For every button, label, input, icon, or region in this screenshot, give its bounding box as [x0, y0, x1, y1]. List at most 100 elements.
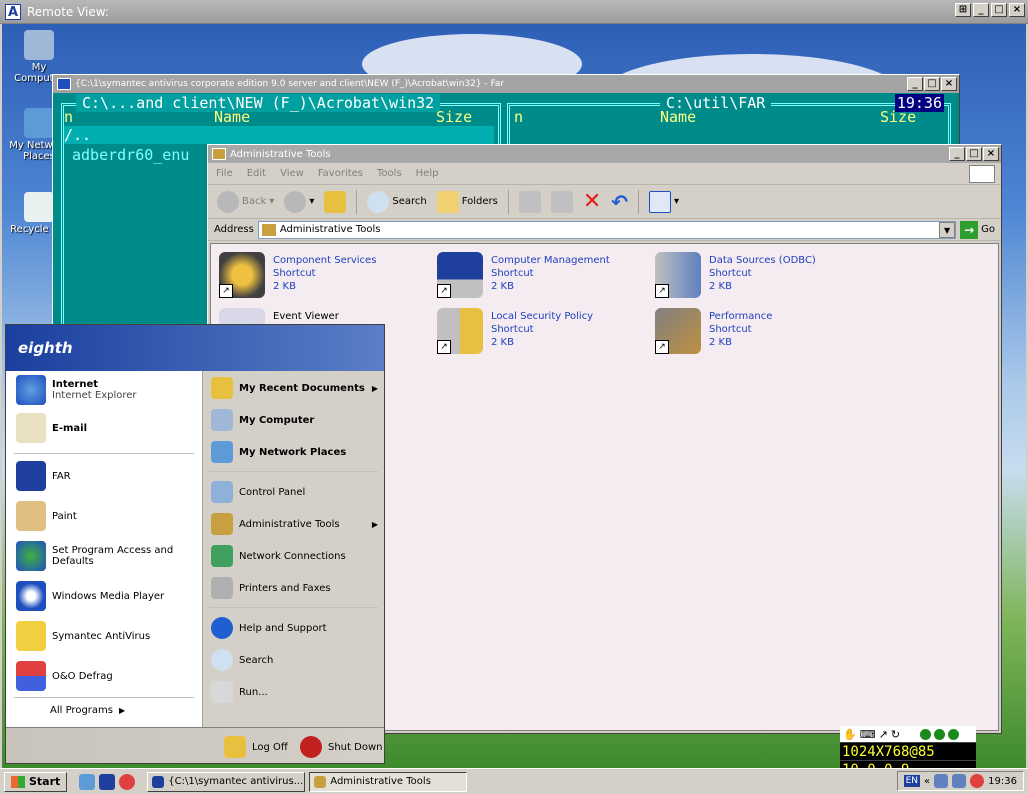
address-input[interactable]: Administrative Tools ▼	[257, 220, 957, 239]
start-item-search[interactable]: Search	[211, 649, 273, 671]
network-places-icon	[211, 441, 233, 463]
status-indicator-icon	[920, 728, 932, 740]
keyboard-icon[interactable]: ⌨	[860, 728, 876, 741]
admin-close-button[interactable]: ×	[983, 147, 999, 161]
quicklaunch-ie-icon[interactable]	[79, 773, 96, 790]
address-folder-icon	[261, 223, 276, 236]
task-admin-tools[interactable]: Administrative Tools	[309, 771, 468, 792]
help-icon	[211, 617, 233, 639]
menu-file[interactable]: File	[216, 168, 233, 179]
delete-button[interactable]: ✕	[580, 187, 604, 216]
far-selected-row[interactable]: /..	[64, 126, 494, 144]
refresh-icon[interactable]: ↻	[891, 728, 900, 741]
admin-minimize-button[interactable]: _	[949, 147, 965, 161]
start-item-printers[interactable]: Printers and Faxes	[211, 577, 331, 599]
log-off-button[interactable]: Log Off	[224, 736, 288, 758]
back-arrow-icon	[217, 190, 239, 213]
start-menu-left-column: Internet Internet Explorer E-mail FAR Pai…	[6, 371, 202, 727]
start-item-media-player[interactable]: Windows Media Player	[16, 581, 164, 611]
far-minimize-button[interactable]: _	[907, 77, 923, 91]
network-status-icon[interactable]	[952, 774, 967, 788]
forward-button[interactable]: ▾	[281, 189, 317, 215]
start-item-program-access[interactable]: Set Program Access and Defaults	[16, 541, 182, 571]
tool-icon[interactable]: ↗	[879, 728, 888, 741]
close-button[interactable]: ×	[1009, 3, 1025, 17]
language-indicator[interactable]: EN	[903, 775, 921, 787]
undo-button[interactable]: ↶	[608, 188, 631, 216]
show-hidden-icons-button[interactable]: «	[924, 776, 930, 787]
admin-titlebar: Administrative Tools _ □ ×	[208, 145, 1001, 163]
start-button[interactable]: Start	[4, 771, 68, 792]
run-icon	[211, 681, 233, 703]
resolution-readout: 1024X768@85	[840, 742, 976, 760]
start-item-network-places[interactable]: My Network Places	[211, 441, 346, 463]
start-item-help[interactable]: Help and Support	[211, 617, 327, 639]
all-programs-button[interactable]: All Programs ▶	[50, 705, 125, 716]
component-services-icon: ↗	[219, 252, 265, 298]
data-sources-icon: ↗	[655, 252, 701, 298]
start-item-run[interactable]: Run...	[211, 681, 268, 703]
menu-tools[interactable]: Tools	[377, 168, 402, 179]
media-player-icon	[16, 581, 46, 611]
task-far[interactable]: {C:\1\symantec antivirus...	[147, 771, 306, 792]
start-item-oo-defrag[interactable]: O&O Defrag	[16, 661, 113, 691]
start-item-far[interactable]: FAR	[16, 461, 71, 491]
menu-favorites[interactable]: Favorites	[318, 168, 363, 179]
toolbar: Back ▾ ▾ Search Folders ✕ ↶ ▾	[208, 185, 1001, 219]
address-dropdown-icon[interactable]: ▼	[939, 221, 956, 238]
item-local-security-policy[interactable]: ↗ Local Security Policy Shortcut 2 KB	[437, 308, 647, 360]
start-item-control-panel[interactable]: Control Panel	[211, 481, 305, 503]
start-menu[interactable]: eighth Internet Internet Explorer E-mail …	[5, 324, 385, 764]
item-data-sources[interactable]: ↗ Data Sources (ODBC) Shortcut 2 KB	[655, 252, 865, 304]
folders-button[interactable]: Folders	[434, 189, 501, 215]
views-button[interactable]: ▾	[646, 189, 682, 215]
pin-icon[interactable]: ⊞	[955, 3, 971, 17]
up-folder-button[interactable]	[321, 189, 349, 215]
quicklaunch-far-icon[interactable]	[99, 773, 116, 790]
computer-icon	[24, 30, 54, 60]
menu-edit[interactable]: Edit	[247, 168, 266, 179]
minimize-button[interactable]: _	[973, 3, 989, 17]
start-menu-user: eighth	[6, 325, 384, 371]
start-item-symantec[interactable]: Symantec AntiVirus	[16, 621, 150, 651]
network-status-icon[interactable]	[934, 774, 949, 788]
hand-icon[interactable]: ✋	[843, 728, 857, 741]
go-button[interactable]: → Go	[960, 220, 995, 239]
far-maximize-button[interactable]: □	[924, 77, 940, 91]
start-item-my-computer[interactable]: My Computer	[211, 409, 314, 431]
item-computer-management[interactable]: ↗ Computer Management Shortcut 2 KB	[437, 252, 647, 304]
admin-maximize-button[interactable]: □	[966, 147, 982, 161]
start-menu-right-column: My Recent Documents ▶ My Computer My Netw…	[202, 371, 384, 727]
quicklaunch-app-icon[interactable]	[119, 773, 136, 790]
start-item-network-connections[interactable]: Network Connections	[211, 545, 346, 567]
menu-view[interactable]: View	[280, 168, 304, 179]
shut-down-button[interactable]: Shut Down	[300, 736, 382, 758]
back-button[interactable]: Back ▾	[214, 189, 277, 215]
menu-bar: File Edit View Favorites Tools Help	[208, 163, 1001, 185]
maximize-button[interactable]: □	[991, 3, 1007, 17]
copy-to-button[interactable]	[548, 189, 576, 215]
folders-icon	[436, 190, 459, 213]
far-file-item[interactable]: adberdr60_enu	[72, 146, 189, 164]
start-item-admin-tools[interactable]: Administrative Tools ▶	[211, 513, 384, 535]
move-to-button[interactable]	[516, 189, 544, 215]
address-bar: Address Administrative Tools ▼ → Go	[208, 219, 1001, 241]
start-item-email[interactable]: E-mail	[16, 413, 87, 443]
item-component-services[interactable]: ↗ Component Services Shortcut 2 KB	[219, 252, 429, 304]
undo-icon: ↶	[611, 189, 629, 214]
security-shield-icon[interactable]	[970, 774, 985, 788]
start-item-recent-docs[interactable]: My Recent Documents ▶	[211, 377, 384, 399]
menu-help[interactable]: Help	[416, 168, 439, 179]
start-item-internet[interactable]: Internet Internet Explorer	[16, 375, 137, 405]
system-tray: EN « 19:36	[896, 771, 1024, 791]
far-close-button[interactable]: ×	[941, 77, 957, 91]
internet-explorer-icon	[16, 375, 46, 405]
item-performance[interactable]: ↗ Performance Shortcut 2 KB	[655, 308, 865, 360]
far-name-header: Name	[214, 108, 251, 126]
search-button[interactable]: Search	[364, 189, 429, 215]
status-indicator-icon	[934, 728, 946, 740]
control-panel-icon	[211, 481, 233, 503]
start-item-paint[interactable]: Paint	[16, 501, 77, 531]
network-icon	[24, 108, 54, 138]
app-logo-icon: A	[5, 3, 21, 20]
